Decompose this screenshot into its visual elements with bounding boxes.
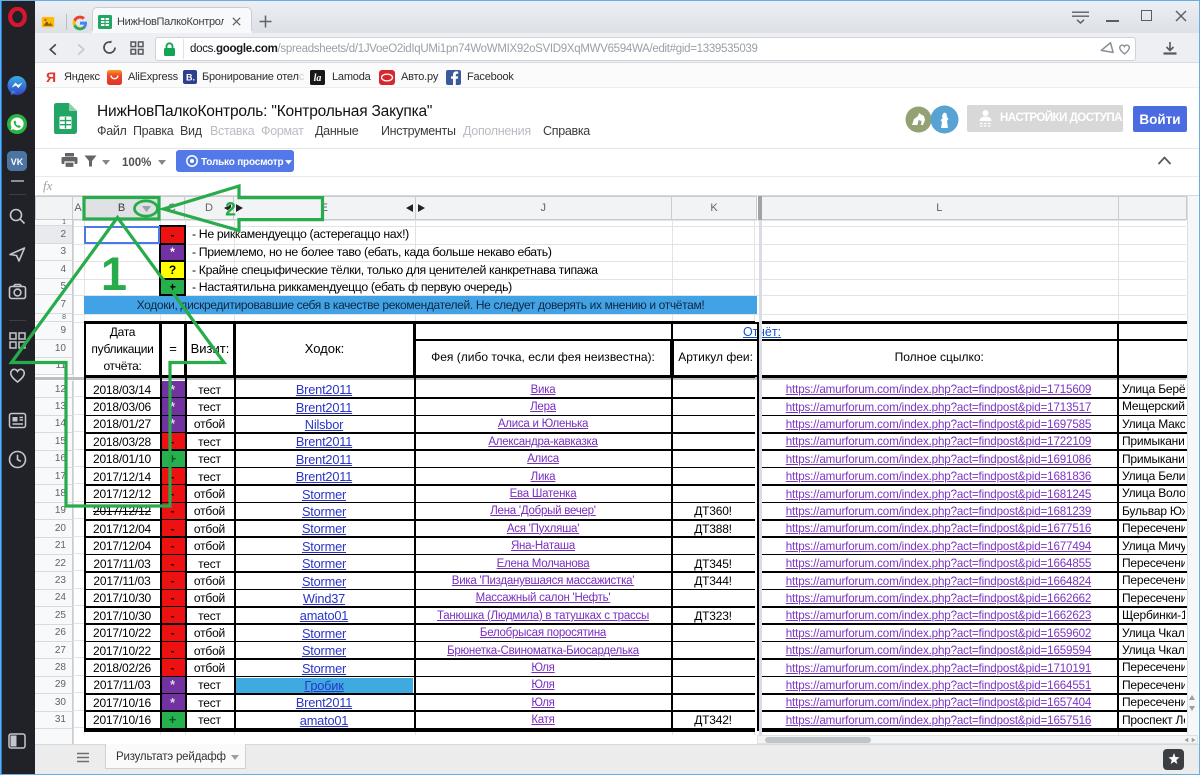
- svg-text:1: 1: [101, 247, 127, 300]
- svg-text:2: 2: [225, 199, 236, 221]
